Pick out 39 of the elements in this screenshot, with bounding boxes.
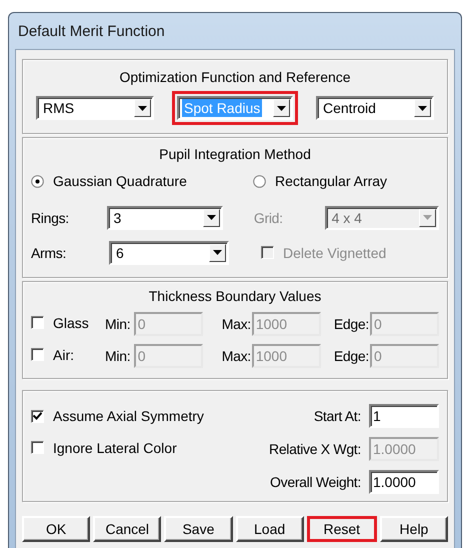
field-label: Rings: [31,210,70,226]
field-label: Overall Weight: [270,474,361,490]
text-field[interactable]: 1 [369,404,439,428]
caret-icon [418,106,427,110]
dialog-button[interactable]: Help [380,516,448,542]
caret-icon [138,106,147,110]
field-label: Edge: [332,348,370,364]
field-label: Min: [105,316,132,332]
field-label: Arms: [31,244,68,260]
dropdown[interactable]: 3 [106,206,223,230]
group-title: Thickness Boundary Values [148,288,322,304]
caret-icon [423,215,432,220]
group-title: Optimization Function and Reference [118,69,352,85]
text-field[interactable]: 1.0000 [369,470,439,494]
caret-icon [213,250,222,255]
window-title: Default Merit Function [17,22,166,42]
radio-button[interactable]: Rectangular Array [253,173,388,189]
caret-icon [277,106,286,110]
field-label: Relative X Wgt: [269,440,361,456]
radio-button[interactable]: Gaussian Quadrature [31,173,187,189]
dropdown[interactable]: Centroid [316,96,434,120]
dropdown[interactable]: RMS [36,96,154,120]
checkbox[interactable]: Ignore Lateral Color [31,440,177,456]
dialog-button[interactable]: Save [164,516,233,542]
dialog-button[interactable]: Cancel [93,516,162,542]
checkmark-icon [33,412,42,420]
dropdown[interactable]: 6 [109,240,229,264]
dialog-button[interactable]: Load [236,516,304,542]
field-label: Start At: [314,408,361,424]
field-label: Grid: [254,210,284,226]
dialog-button[interactable]: OK [22,516,90,542]
group-title: Pupil Integration Method [158,146,312,162]
field-label: Max: [220,316,252,332]
field-label: Min: [105,348,132,364]
checkbox[interactable]: Assume Axial Symmetry [31,408,204,424]
field-label: Max: [220,348,252,364]
dialog-button[interactable]: Reset [306,516,377,542]
field-label: Edge: [332,316,370,332]
caret-icon [206,215,216,220]
